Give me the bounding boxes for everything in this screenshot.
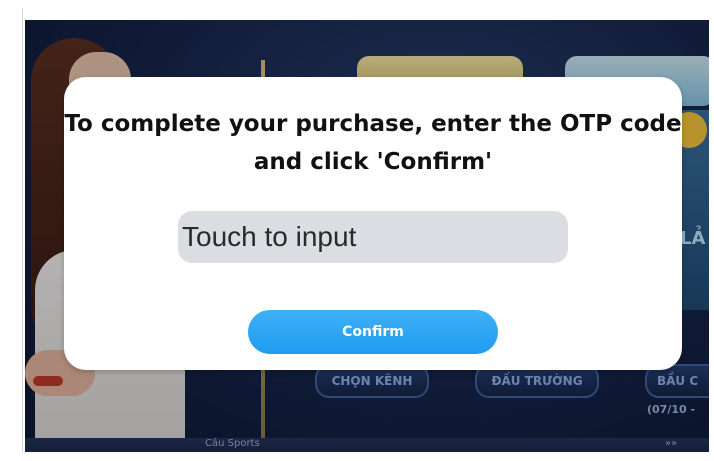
left-border-strip — [0, 0, 25, 461]
otp-dialog: To complete your purchase, enter the OTP… — [64, 77, 682, 370]
otp-instruction-text: To complete your purchase, enter the OTP… — [64, 111, 682, 175]
bottom-border-strip — [0, 452, 714, 461]
confirm-button[interactable]: Confirm — [248, 310, 498, 354]
otp-input[interactable] — [178, 211, 568, 263]
